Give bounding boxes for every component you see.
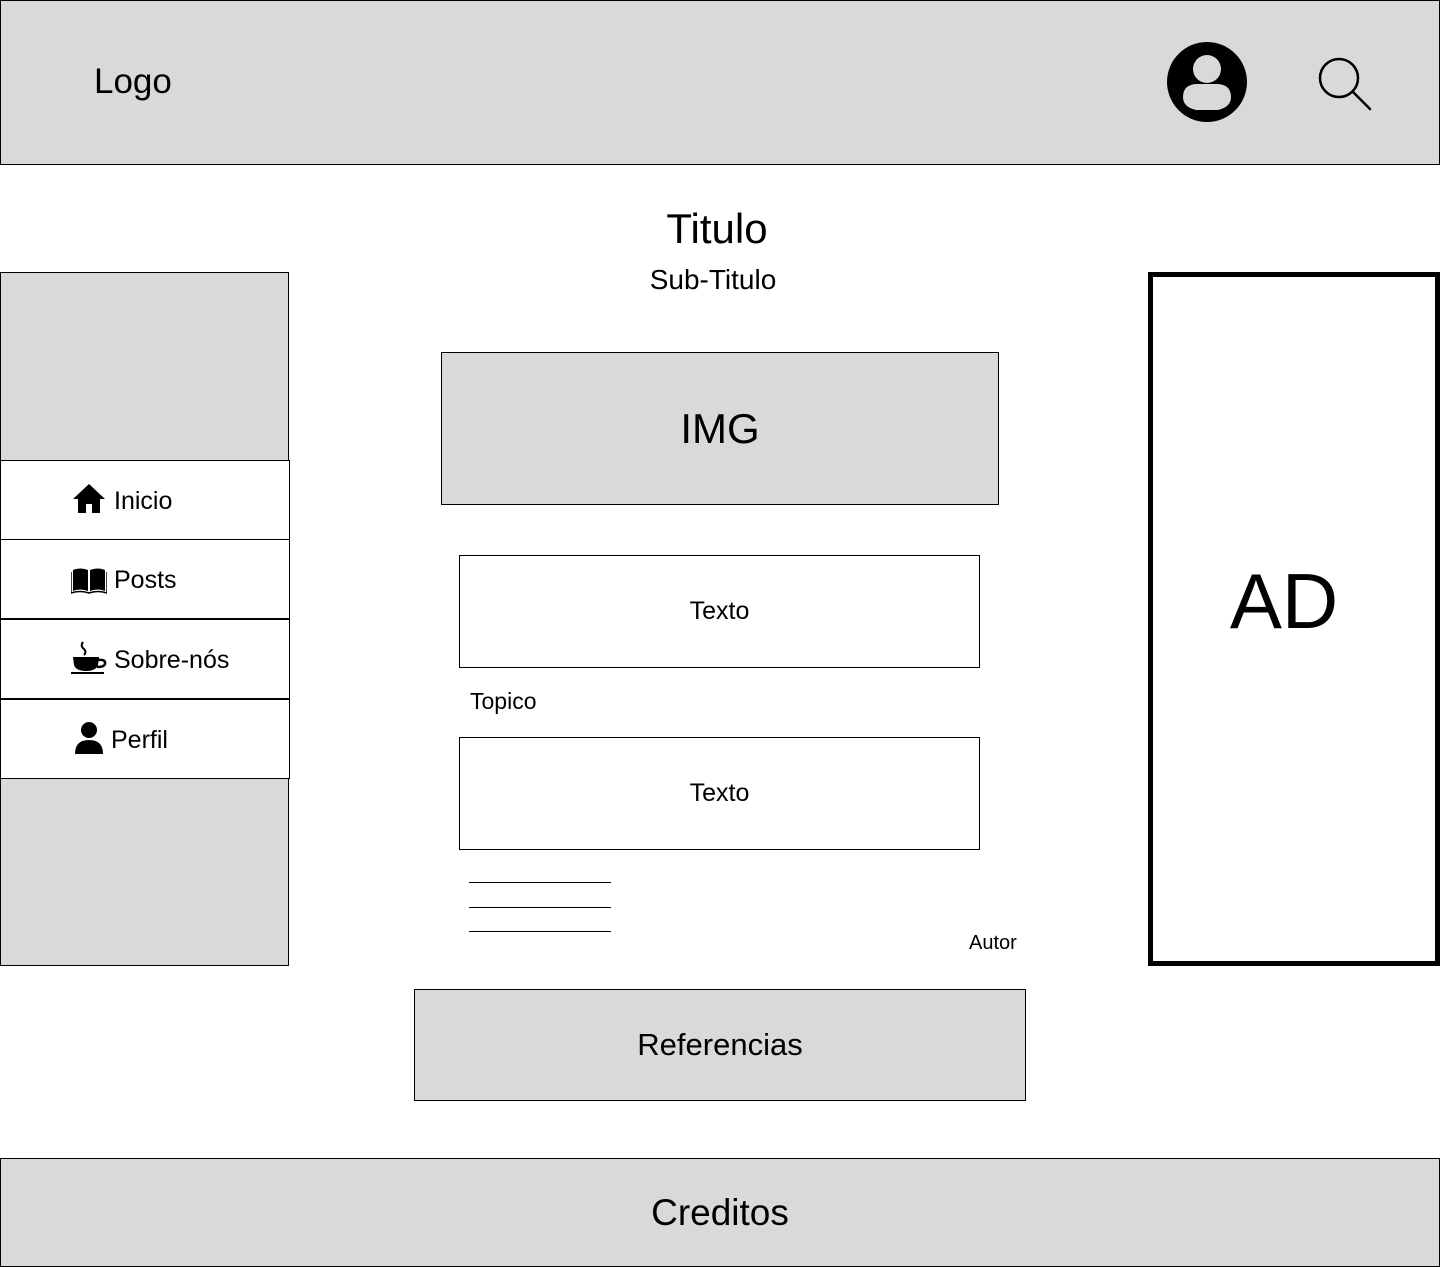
text-block-label: Texto — [689, 597, 750, 625]
text-block: Texto — [459, 555, 980, 668]
user-circle-icon[interactable] — [1166, 41, 1248, 123]
topic-label: Topico — [470, 688, 537, 714]
text-block: Texto — [459, 737, 980, 850]
sidebar-item-label: Posts — [114, 566, 177, 594]
sidebar-item-label: Inicio — [114, 487, 173, 515]
logo[interactable]: Logo — [94, 62, 172, 102]
sidebar-item-posts[interactable]: Posts — [1, 539, 290, 619]
book-icon — [71, 568, 107, 594]
page-subtitle-text: Sub-Titulo — [649, 264, 777, 295]
placeholder-line — [469, 907, 611, 908]
sidebar-item-label: Perfil — [111, 726, 168, 754]
author-label: Autor — [969, 932, 1017, 954]
placeholder-line — [469, 882, 611, 883]
page-title-text: Titulo — [666, 205, 768, 252]
text-block-label: Texto — [689, 779, 750, 807]
references-section[interactable]: Referencias — [414, 989, 1026, 1101]
image-label: IMG — [680, 404, 760, 452]
footer: Creditos — [0, 1158, 1440, 1267]
search-icon[interactable] — [1314, 54, 1374, 114]
sidebar: Inicio Posts Sobre-nós Perfil — [0, 272, 290, 966]
references-label: Referencias — [637, 1027, 803, 1062]
ad-label: AD — [1229, 556, 1339, 645]
sidebar-item-sobre-nos[interactable]: Sobre-nós — [1, 619, 290, 699]
page-title: Titulo — [0, 205, 1440, 253]
placeholder-line — [469, 931, 611, 932]
user-icon — [75, 722, 103, 754]
sidebar-item-label: Sobre-nós — [114, 646, 230, 674]
footer-label: Creditos — [651, 1191, 789, 1233]
ad-banner[interactable]: AD — [1148, 272, 1440, 966]
coffee-cup-icon — [71, 641, 107, 674]
sidebar-item-inicio[interactable]: Inicio — [1, 460, 290, 540]
sidebar-item-perfil[interactable]: Perfil — [1, 699, 290, 779]
article-image: IMG — [441, 352, 999, 505]
home-icon — [73, 484, 105, 513]
